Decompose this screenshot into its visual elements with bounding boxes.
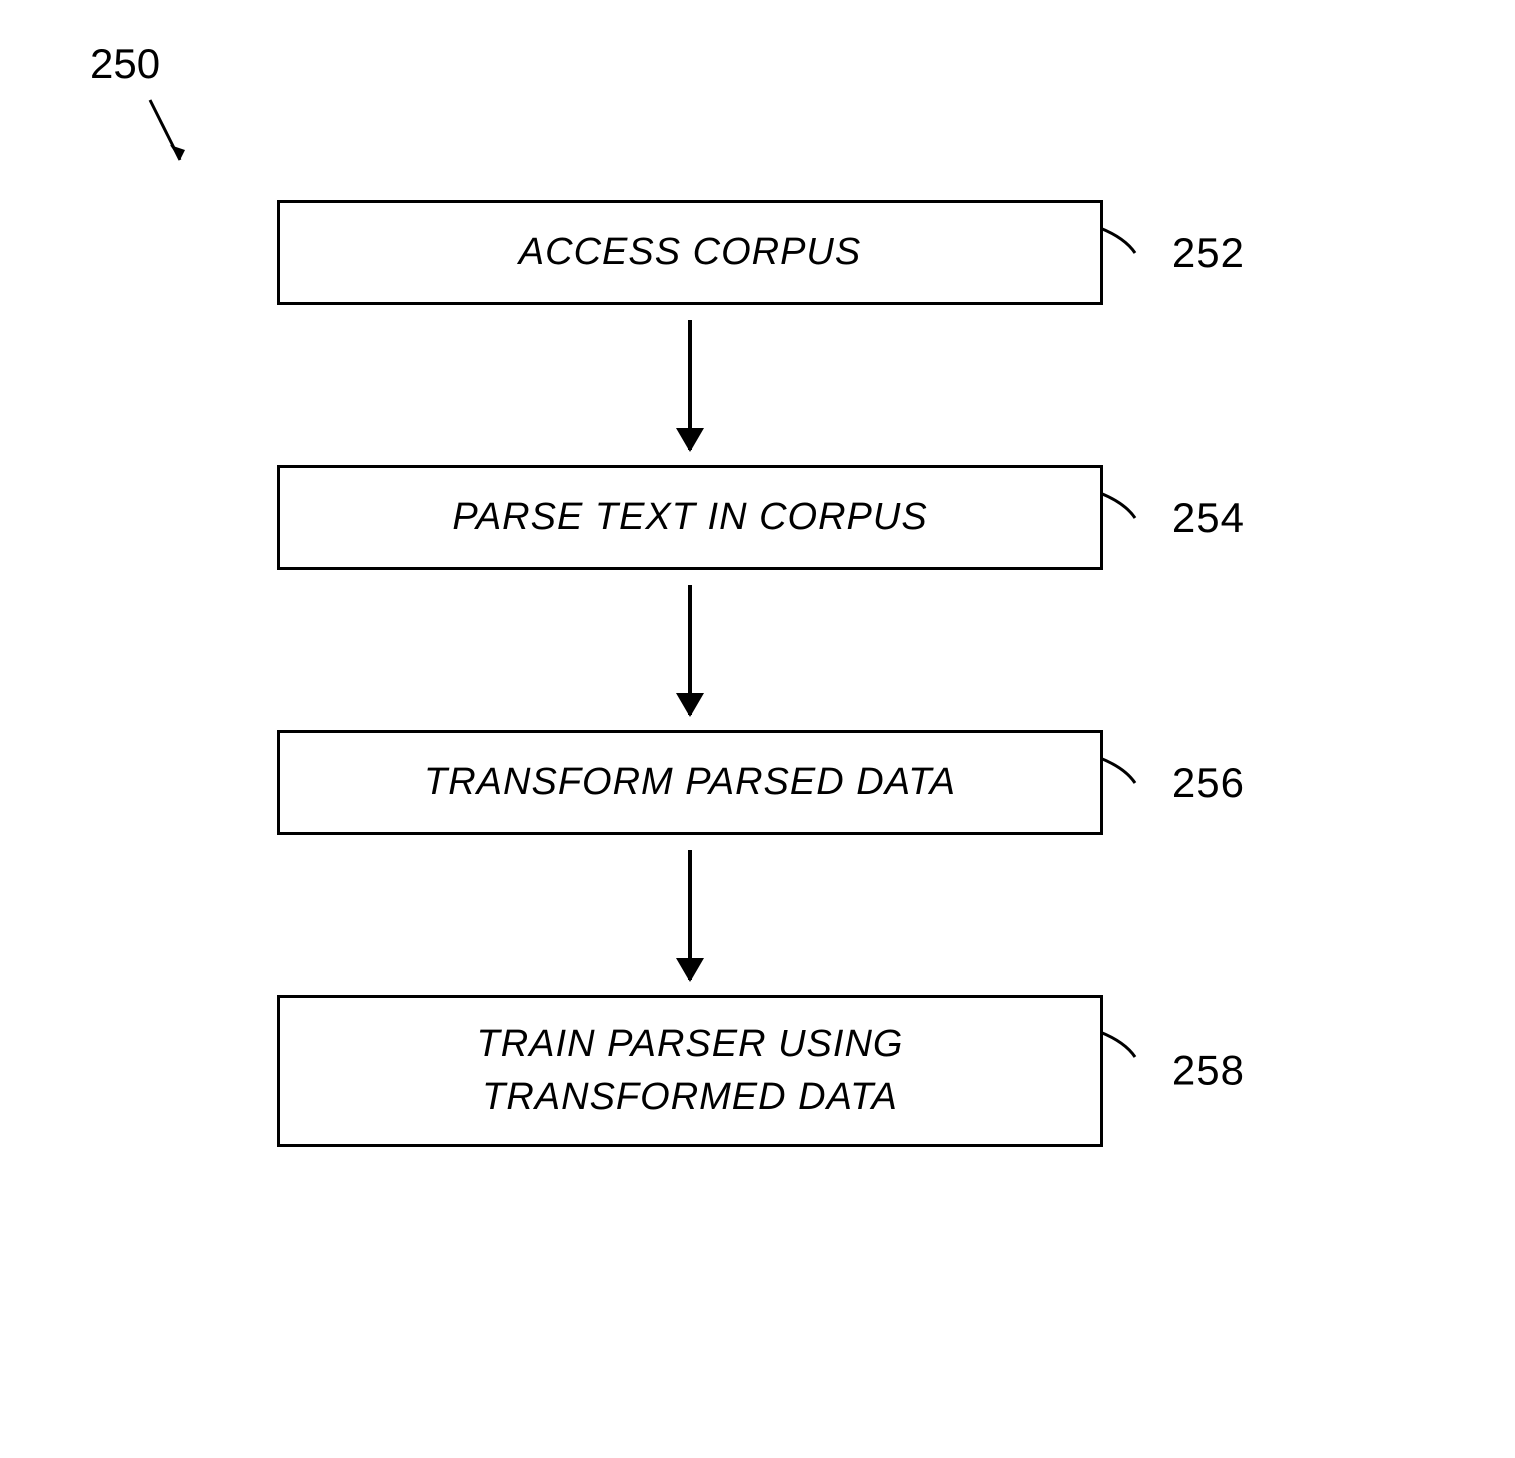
step-box-parse-text: PARSE TEXT IN CORPUS 254: [277, 465, 1103, 570]
step-text: TRANSFORM PARSED DATA: [424, 761, 956, 803]
step-box-train-parser: TRAIN PARSER USING TRANSFORMED DATA 258: [277, 995, 1103, 1147]
label-connector: [1100, 223, 1140, 282]
arrow-icon: [688, 320, 692, 450]
arrow-container: [300, 570, 1080, 730]
step-text: ACCESS CORPUS: [519, 231, 861, 273]
figure-number: 250: [90, 40, 160, 88]
step-label: 258: [1172, 1042, 1245, 1101]
step-label: 252: [1172, 229, 1245, 277]
step-label: 256: [1172, 759, 1245, 807]
label-connector: [1100, 488, 1140, 547]
step-label: 254: [1172, 494, 1245, 542]
arrow-container: [300, 835, 1080, 995]
step-box-transform-data: TRANSFORM PARSED DATA 256: [277, 730, 1103, 835]
figure-pointer: [145, 95, 195, 175]
flowchart: ACCESS CORPUS 252 PARSE TEXT IN CORPUS 2…: [240, 200, 1140, 1147]
step-text: TRAIN PARSER USING TRANSFORMED DATA: [477, 1023, 904, 1118]
step-box-access-corpus: ACCESS CORPUS 252: [277, 200, 1103, 305]
step-text: PARSE TEXT IN CORPUS: [452, 496, 927, 538]
arrow-icon: [688, 585, 692, 715]
arrow-icon: [688, 850, 692, 980]
arrow-container: [300, 305, 1080, 465]
label-connector: [1100, 753, 1140, 812]
label-connector: [1100, 1027, 1140, 1115]
